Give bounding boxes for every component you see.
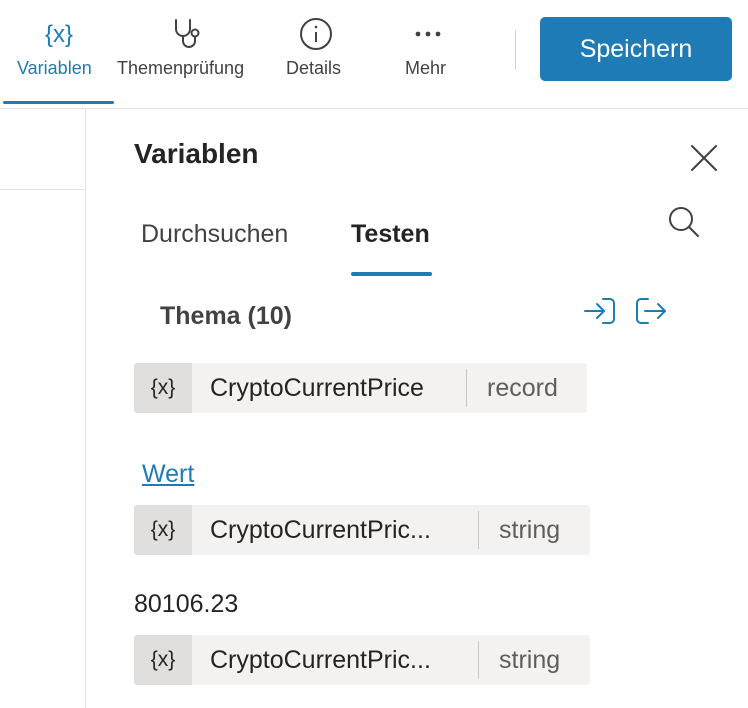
top-toolbar: {x} Variablen Themenprüfung Details Mehr… [0, 0, 748, 109]
toolbar-topic-check[interactable]: Themenprüfung [114, 0, 260, 106]
variable-name: CryptoCurrentPrice [210, 373, 424, 402]
field-link[interactable]: Wert [142, 460, 194, 489]
variable-chip-string[interactable]: {x} CryptoCurrentPric... string [134, 635, 590, 685]
tab-test-indicator [351, 272, 432, 276]
section-title: Thema (10) [160, 302, 292, 330]
variable-name: CryptoCurrentPric... [210, 515, 431, 544]
variable-braces-icon: {x} [3, 18, 114, 50]
tab-browse[interactable]: Durchsuchen [141, 220, 288, 249]
toolbar-variables[interactable]: {x} Variablen [3, 0, 114, 106]
toolbar-details-label: Details [286, 58, 342, 78]
variable-value: 80106.23 [134, 590, 239, 618]
import-icon[interactable] [583, 296, 617, 326]
variable-type: string [499, 645, 561, 674]
variable-name: CryptoCurrentPric... [210, 645, 431, 674]
variable-type: string [499, 515, 561, 544]
variable-braces-icon: {x} [134, 363, 192, 413]
toolbar-more-label: Mehr [405, 58, 447, 78]
panel-title: Variablen [134, 138, 259, 169]
stethoscope-icon [114, 18, 260, 50]
left-canvas-strip [0, 109, 86, 708]
tab-test[interactable]: Testen [351, 220, 430, 249]
left-strip-divider [0, 189, 85, 190]
svg-text:{x}: {x} [44, 21, 72, 48]
close-icon[interactable] [688, 142, 720, 174]
toolbar-separator [515, 30, 516, 70]
variable-chip-string[interactable]: {x} CryptoCurrentPric... string [134, 505, 590, 555]
toolbar-variables-label: Variablen [17, 58, 92, 78]
info-icon [272, 18, 360, 50]
toolbar-topic-check-label: Themenprüfung [117, 58, 245, 78]
search-icon[interactable] [665, 204, 701, 240]
export-icon[interactable] [634, 296, 668, 326]
variable-braces-icon: {x} [134, 635, 192, 685]
variable-type: record [487, 373, 558, 402]
variable-braces-icon: {x} [134, 505, 192, 555]
toolbar-details[interactable]: Details [272, 0, 360, 106]
save-button[interactable]: Speichern [540, 17, 732, 81]
variable-chip-record[interactable]: {x} CryptoCurrentPrice record [134, 363, 587, 413]
more-dots-icon [384, 18, 472, 50]
toolbar-more[interactable]: Mehr [384, 0, 472, 106]
